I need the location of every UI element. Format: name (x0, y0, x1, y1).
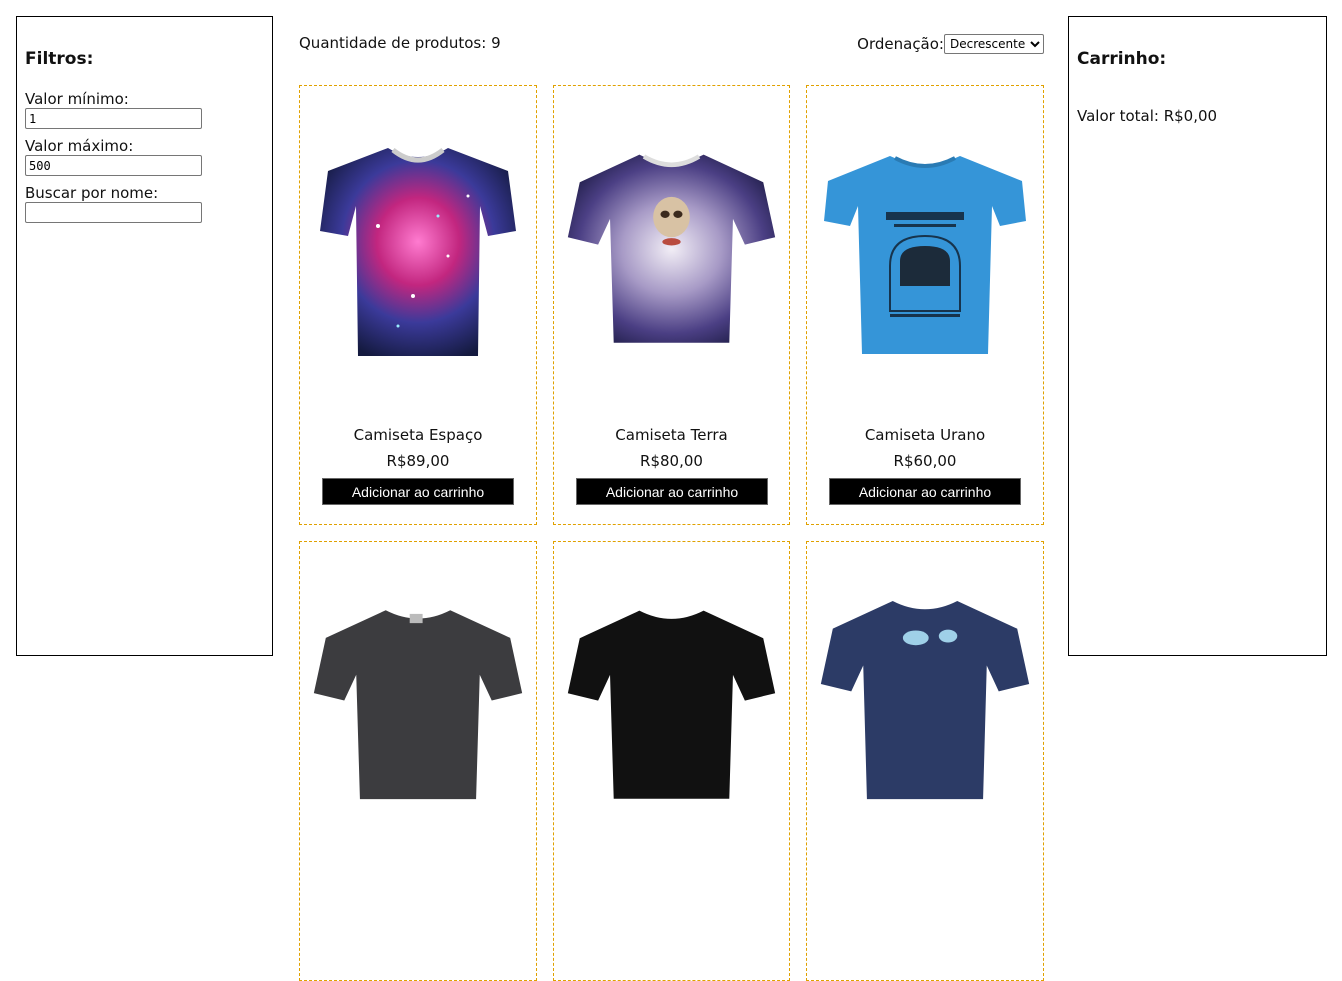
sort-label: Ordenação: (857, 35, 944, 53)
product-card: Camiseta Terra R$80,00 Adicionar ao carr… (553, 85, 790, 525)
cart-panel: Carrinho: Valor total: R$0,00 (1068, 16, 1327, 656)
add-to-cart-button[interactable]: Adicionar ao carrinho (829, 478, 1021, 505)
search-name-input[interactable] (25, 202, 202, 223)
product-grid: Camiseta Espaço R$89,00 Adicionar ao car… (299, 85, 1044, 981)
max-value-label: Valor máximo: (25, 137, 134, 155)
product-card (299, 541, 537, 981)
product-price: R$89,00 (386, 452, 450, 470)
max-value-input[interactable] (25, 155, 202, 176)
product-count: Quantidade de produtos: 9 (299, 34, 501, 52)
product-name: Camiseta Espaço (353, 426, 483, 444)
sort-control: Ordenação: Decrescente (857, 34, 1044, 54)
tshirt-gray-image (312, 582, 524, 832)
filters-panel: Filtros: Valor mínimo: Valor máximo: Bus… (16, 16, 273, 656)
search-name-label: Buscar por nome: (25, 184, 159, 202)
add-to-cart-button[interactable]: Adicionar ao carrinho (322, 478, 514, 505)
min-value-label: Valor mínimo: (25, 90, 129, 108)
tshirt-black-image (566, 582, 777, 832)
product-card: Camiseta Espaço R$89,00 Adicionar ao car… (299, 85, 537, 525)
products-header: Quantidade de produtos: 9 Ordenação: Dec… (299, 34, 1044, 56)
product-name: Camiseta Terra (615, 426, 728, 444)
add-to-cart-button[interactable]: Adicionar ao carrinho (576, 478, 768, 505)
cart-title: Carrinho: (1077, 49, 1167, 69)
cart-total: Valor total: R$0,00 (1077, 107, 1218, 125)
product-card (806, 541, 1044, 981)
product-card: Camiseta Urano R$60,00 Adicionar ao carr… (806, 85, 1044, 525)
tshirt-sloth-space-image (566, 126, 777, 376)
product-card (553, 541, 790, 981)
product-name: Camiseta Urano (864, 426, 986, 444)
product-price: R$60,00 (893, 452, 957, 470)
tshirt-galaxy-image (312, 126, 524, 376)
tshirt-navy-image (819, 582, 1031, 832)
min-value-input[interactable] (25, 108, 202, 129)
filters-title: Filtros: (25, 49, 94, 69)
sort-select[interactable]: Decrescente (944, 34, 1044, 54)
product-price: R$80,00 (640, 452, 703, 470)
tshirt-astronaut-blue-image (819, 126, 1031, 376)
